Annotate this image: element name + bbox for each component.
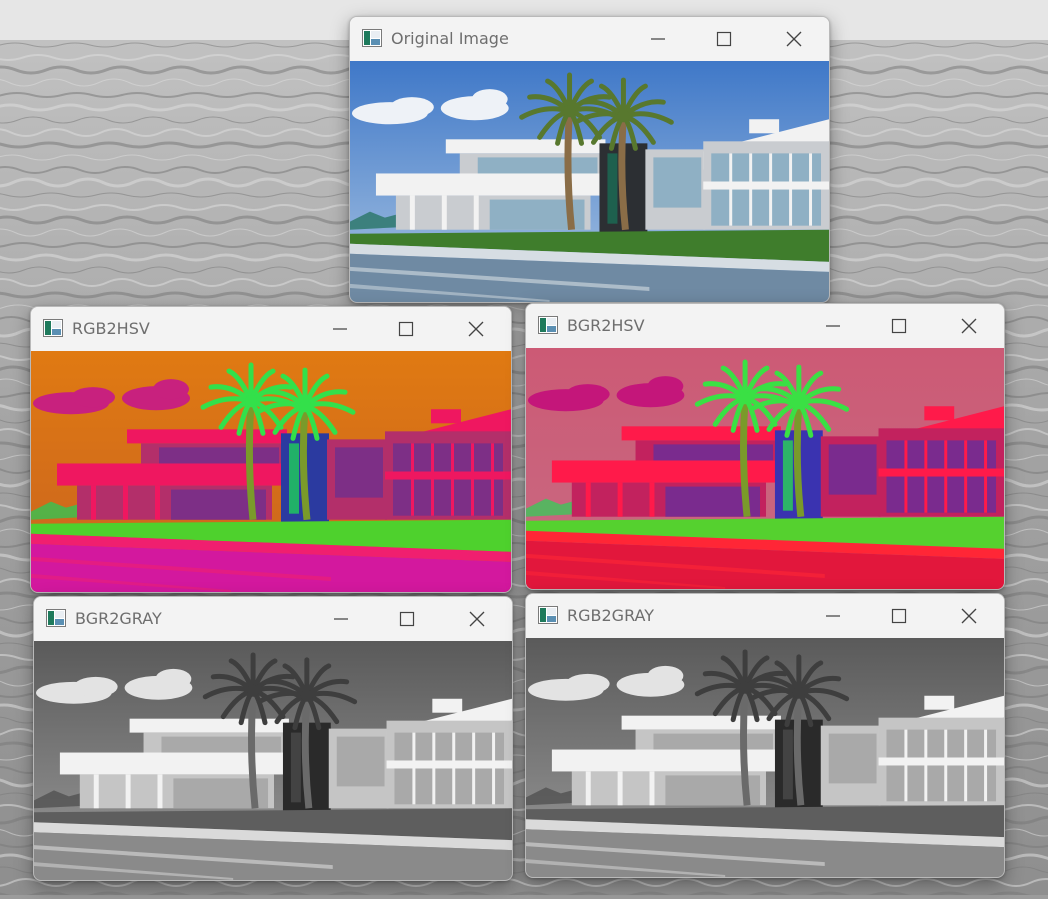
minimize-button[interactable] bbox=[318, 597, 364, 641]
maximize-icon bbox=[891, 318, 907, 334]
close-button[interactable] bbox=[946, 304, 992, 348]
image-canvas bbox=[34, 641, 512, 880]
image-canvas bbox=[526, 638, 1004, 877]
window-title: RGB2HSV bbox=[72, 319, 150, 338]
villa-scene-image bbox=[350, 61, 829, 302]
close-icon bbox=[786, 31, 802, 47]
maximize-icon bbox=[716, 31, 732, 47]
titlebar[interactable]: BGR2GRAY bbox=[34, 597, 512, 641]
villa-scene-image bbox=[526, 348, 1004, 589]
maximize-button[interactable] bbox=[383, 307, 429, 351]
maximize-icon bbox=[398, 321, 414, 337]
minimize-icon bbox=[333, 328, 347, 330]
opencv-window-icon bbox=[43, 319, 63, 337]
window-title: BGR2GRAY bbox=[75, 609, 162, 628]
villa-scene-image bbox=[34, 641, 512, 880]
window-original-image[interactable]: Original Image bbox=[349, 16, 830, 303]
maximize-icon bbox=[891, 608, 907, 624]
titlebar[interactable]: RGB2GRAY bbox=[526, 594, 1004, 638]
window-title: Original Image bbox=[391, 29, 509, 48]
opencv-window-icon bbox=[538, 316, 558, 334]
window-rgb2hsv[interactable]: RGB2HSV bbox=[30, 306, 512, 593]
maximize-button[interactable] bbox=[384, 597, 430, 641]
close-button[interactable] bbox=[454, 597, 500, 641]
minimize-icon bbox=[651, 38, 665, 40]
close-button[interactable] bbox=[453, 307, 499, 351]
minimize-button[interactable] bbox=[317, 307, 363, 351]
maximize-button[interactable] bbox=[876, 304, 922, 348]
close-icon bbox=[468, 321, 484, 337]
window-rgb2gray[interactable]: RGB2GRAY bbox=[525, 593, 1005, 878]
villa-scene-image bbox=[526, 638, 1004, 877]
close-icon bbox=[961, 318, 977, 334]
maximize-icon bbox=[399, 611, 415, 627]
image-canvas bbox=[526, 348, 1004, 589]
image-canvas bbox=[350, 61, 829, 302]
close-button[interactable] bbox=[771, 17, 817, 61]
minimize-button[interactable] bbox=[810, 304, 856, 348]
close-icon bbox=[469, 611, 485, 627]
maximize-button[interactable] bbox=[876, 594, 922, 638]
close-button[interactable] bbox=[946, 594, 992, 638]
window-title: BGR2HSV bbox=[567, 316, 645, 335]
minimize-icon bbox=[334, 618, 348, 620]
villa-scene-image bbox=[31, 351, 511, 592]
image-canvas bbox=[31, 351, 511, 592]
opencv-window-icon bbox=[538, 606, 558, 624]
minimize-button[interactable] bbox=[810, 594, 856, 638]
opencv-window-icon bbox=[362, 29, 382, 47]
window-bgr2hsv[interactable]: BGR2HSV bbox=[525, 303, 1005, 590]
opencv-window-icon bbox=[46, 609, 66, 627]
titlebar[interactable]: BGR2HSV bbox=[526, 304, 1004, 348]
minimize-button[interactable] bbox=[635, 17, 681, 61]
close-icon bbox=[961, 608, 977, 624]
window-title: RGB2GRAY bbox=[567, 606, 655, 625]
titlebar[interactable]: Original Image bbox=[350, 17, 829, 61]
window-bgr2gray[interactable]: BGR2GRAY bbox=[33, 596, 513, 881]
titlebar[interactable]: RGB2HSV bbox=[31, 307, 511, 351]
minimize-icon bbox=[826, 325, 840, 327]
minimize-icon bbox=[826, 615, 840, 617]
maximize-button[interactable] bbox=[701, 17, 747, 61]
